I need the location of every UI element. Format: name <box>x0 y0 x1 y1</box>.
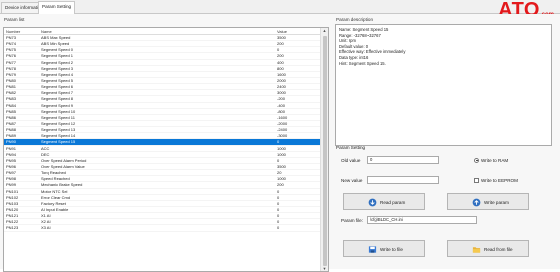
read-param-label: Read param <box>380 199 406 205</box>
write-to-file-label: Write to file <box>380 246 403 252</box>
folder-icon <box>472 247 481 253</box>
write-param-label: Write param <box>484 199 509 205</box>
vertical-scrollbar[interactable]: ▲ ▼ <box>320 28 328 271</box>
new-value-field[interactable] <box>367 176 439 184</box>
param-file-field[interactable]: \cfg\BLDC_CH.ini <box>367 216 477 224</box>
param-description-title: Param description <box>336 17 374 22</box>
param-setting-group: Param Setting Old value 0 Write to RAM N… <box>335 145 552 268</box>
param-value-cell: 0 <box>277 225 280 231</box>
write-to-ram-radio[interactable] <box>474 157 479 163</box>
description-line: Hint: Segment Speed 15. <box>339 60 386 66</box>
column-header-value[interactable]: Value <box>277 29 287 34</box>
param-setting-panel: Param list Number Name Value PN73 ABS Max… <box>0 14 560 272</box>
param-list-table: Number Name Value PN73 ABS Max Speed 3500 P… <box>3 27 329 272</box>
read-from-file-label: Read from file <box>484 246 513 252</box>
write-param-button[interactable]: Write param <box>447 193 529 210</box>
column-header-number[interactable]: Number <box>6 29 20 34</box>
write-file-icon <box>368 246 377 253</box>
scroll-up-icon[interactable]: ▲ <box>322 28 327 33</box>
read-param-icon <box>368 198 377 207</box>
table-header: Number Name Value <box>4 28 320 35</box>
write-to-eeprom-checkbox[interactable] <box>474 177 479 183</box>
old-value-field[interactable]: 0 <box>367 156 439 164</box>
read-from-file-button[interactable]: Read from file <box>447 240 529 257</box>
scrollbar-thumb[interactable] <box>322 36 327 266</box>
tab-param-setting[interactable]: Param Setting <box>38 1 76 14</box>
new-value-label: New value <box>341 178 363 183</box>
param-number-cell: PN123 <box>6 225 19 231</box>
param-name-cell: X3 AI <box>41 225 51 231</box>
read-param-button[interactable]: Read param <box>343 193 425 210</box>
param-list-title: Param list <box>4 17 25 22</box>
table-body: PN73 ABS Max Speed 3500 PN74 ABS Min Speed 20… <box>4 35 320 232</box>
column-header-name[interactable]: Name <box>41 29 52 34</box>
write-to-eeprom-label[interactable]: Write to EEPROM <box>481 178 518 183</box>
table-row[interactable]: PN123 X3 AI 0 <box>4 225 320 232</box>
write-param-icon <box>472 198 481 207</box>
param-file-label: Param file: <box>341 218 363 223</box>
param-description-box: Name: Segment Speed 15 Range: -32768~327… <box>335 24 552 146</box>
param-setting-title: Param Setting <box>336 145 366 150</box>
write-to-file-button[interactable]: Write to file <box>343 240 425 257</box>
tab-bar: Device information Param Setting ATO.com <box>0 0 560 21</box>
write-to-ram-label[interactable]: Write to RAM <box>481 158 508 163</box>
old-value-label: Old value <box>341 158 361 163</box>
